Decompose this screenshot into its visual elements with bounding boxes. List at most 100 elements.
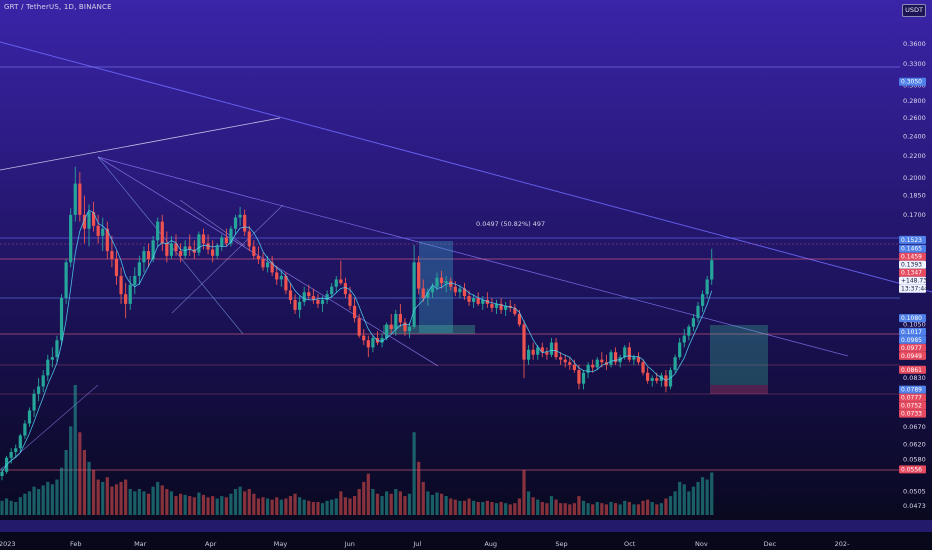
volume-bar [380,496,384,515]
price-chart[interactable]: 0.0497 (50.82%) 497 0.36000.33000.30000.… [0,0,932,550]
price-tick-label: 0.2200 [903,152,926,160]
candle-body [96,225,100,236]
candle-body [320,299,325,304]
candle-body [632,357,636,360]
volume-bar [609,502,613,515]
candle-body [9,452,13,458]
time-tick-label: Jul [412,540,421,548]
volume-bar [128,489,132,515]
volume-bar [339,491,343,515]
volume-bar [618,504,622,515]
volume-bar [522,470,526,515]
price-label-text: 13:37:44 [901,286,928,293]
volume-bar [435,492,439,515]
volume-bar [531,497,535,515]
measure-label: 0.0497 (50.82%) 497 [476,220,545,228]
price-label-text: 0.1393 [901,262,922,269]
volume-bar [46,481,50,515]
volume-bar [444,496,448,515]
candle-body [389,324,393,329]
volume-bar [508,504,512,515]
candle-body [156,221,160,241]
volume-bar [664,498,668,515]
candle-body [490,303,494,308]
price-tick-label: 0.2800 [903,97,926,105]
price-tick-label: 0.3600 [903,40,926,48]
candle-body [87,212,91,229]
volume-bar [490,502,494,515]
volume-bar [302,499,306,515]
volume-bar [357,489,361,515]
volume-bar [536,499,540,515]
time-tick-label: Jun [344,540,355,548]
time-tick-label: Apr [205,540,217,548]
chart-scrollbar[interactable] [0,520,932,532]
volume-bar [14,502,18,515]
volume-bar [494,503,499,515]
candle-body [581,372,586,384]
volume-bar [595,502,599,515]
candle-body [549,342,554,355]
volume-bar [343,497,348,515]
volume-bar [668,496,673,515]
volume-bar [453,499,457,515]
candle-body [691,318,696,327]
volume-bar [192,497,196,515]
volume-bar [517,498,522,515]
volume-bar [591,504,595,515]
volume-bar [687,491,691,515]
volume-bar [119,481,123,515]
price-tick-label: 0.0505 [903,487,926,495]
candle-body [710,260,714,280]
volume-bar [201,494,206,515]
price-label-text: 0.1017 [901,329,922,336]
price-tick-label: 0.3300 [903,60,926,68]
candle-body [247,231,251,247]
volume-bar [449,498,453,515]
time-tick-label: Dec [764,540,777,548]
price-label-text: 0.0861 [901,367,922,374]
volume-bar [0,500,4,515]
volume-bar [627,502,631,515]
volume-bar [325,500,329,515]
volume-bar [705,479,709,515]
candle-body [124,294,128,304]
top-trend-line [0,117,281,171]
volume-bar [426,491,430,515]
price-label-text: 0.0752 [901,403,922,410]
candle-body [449,281,453,287]
candle-body [302,292,306,302]
price-label-text: 0.0949 [901,353,922,360]
volume-bar [691,486,696,515]
volume-bar [632,504,636,515]
candle-body [458,288,462,293]
candle-body [687,326,691,336]
candle-body [41,375,45,387]
volume-bar [366,473,370,515]
price-tick-label: 0.1700 [903,211,926,219]
candle-body [435,277,439,287]
candle-body [114,259,119,276]
candle-body [229,228,233,244]
candle-body [700,294,705,306]
volume-bar [252,493,256,515]
candle-body [600,359,604,363]
volume-bar [554,499,558,515]
volume-bar [389,493,393,515]
candle-body [595,359,599,368]
price-label-text: 0.0985 [901,337,922,344]
candle-body [146,251,151,260]
volume-bar [476,502,480,515]
volume-bar [224,497,228,515]
candle-body [563,359,567,363]
volume-bar [407,493,412,515]
volume-bar [4,498,9,515]
volume-bar [316,502,320,515]
candle-body [673,357,677,371]
candle-body [151,240,155,260]
candle-body [0,471,4,476]
price-label-text: 0.1459 [901,254,922,261]
time-axis[interactable]: 2023 Feb Mar Apr May Jun Jul Aug Sep Oct Nov Dec 202… [0,540,850,548]
volume-bar [238,486,242,515]
candle-body [293,299,297,310]
